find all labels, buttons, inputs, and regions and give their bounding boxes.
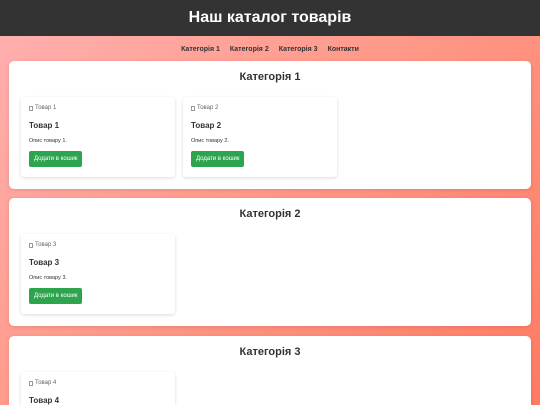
broken-image-icon bbox=[29, 105, 33, 111]
product-image-alt: Товар 4 bbox=[35, 380, 57, 386]
product-card: Товар 1 Товар 1 Опис товару 1. Додати в … bbox=[21, 97, 175, 177]
product-description: Опис товару 1. bbox=[29, 138, 67, 144]
add-to-cart-button[interactable]: Додати в кошик bbox=[29, 288, 83, 304]
product-description: Опис товару 3. bbox=[29, 275, 67, 281]
site-header: Наш каталог товарів bbox=[0, 0, 540, 36]
category-section-2: Категорія 2 Товар 3 Товар 3 Опис товару … bbox=[9, 198, 531, 326]
section-title: Категорія 2 bbox=[239, 208, 301, 220]
add-to-cart-button[interactable]: Додати в кошик bbox=[29, 151, 83, 167]
nav-link-category-2[interactable]: Категорія 2 bbox=[230, 46, 269, 53]
product-description: Опис товару 2. bbox=[191, 138, 229, 144]
product-name: Товар 4 bbox=[29, 396, 60, 405]
main-nav: Категорія 1 Категорія 2 Категорія 3 Конт… bbox=[0, 38, 540, 60]
section-title: Категорія 1 bbox=[239, 71, 301, 83]
nav-link-category-1[interactable]: Категорія 1 bbox=[181, 46, 220, 53]
product-name: Товар 2 bbox=[191, 121, 222, 130]
product-image: Товар 2 bbox=[191, 105, 218, 111]
broken-image-icon bbox=[191, 105, 195, 111]
nav-link-category-3[interactable]: Категорія 3 bbox=[279, 46, 318, 53]
product-image-alt: Товар 1 bbox=[35, 105, 57, 111]
product-card: Товар 3 Товар 3 Опис товару 3. Додати в … bbox=[21, 234, 175, 314]
product-image-alt: Товар 3 bbox=[35, 242, 57, 248]
broken-image-icon bbox=[29, 380, 33, 386]
page-title: Наш каталог товарів bbox=[188, 9, 352, 26]
product-name: Товар 1 bbox=[29, 121, 60, 130]
category-section-1: Категорія 1 Товар 1 Товар 1 Опис товару … bbox=[9, 61, 531, 189]
product-card: Товар 4 Товар 4 bbox=[21, 372, 175, 405]
product-image: Товар 1 bbox=[29, 105, 56, 111]
product-name: Товар 3 bbox=[29, 258, 60, 267]
category-section-3: Категорія 3 Товар 4 Товар 4 bbox=[9, 336, 531, 405]
section-title: Категорія 3 bbox=[239, 346, 301, 358]
broken-image-icon bbox=[29, 242, 33, 248]
product-image-alt: Товар 2 bbox=[197, 105, 219, 111]
add-to-cart-button[interactable]: Додати в кошик bbox=[191, 151, 245, 167]
product-image: Товар 4 bbox=[29, 380, 56, 386]
product-card: Товар 2 Товар 2 Опис товару 2. Додати в … bbox=[183, 97, 337, 177]
product-image: Товар 3 bbox=[29, 242, 56, 248]
nav-link-contacts[interactable]: Контакти bbox=[328, 46, 359, 53]
